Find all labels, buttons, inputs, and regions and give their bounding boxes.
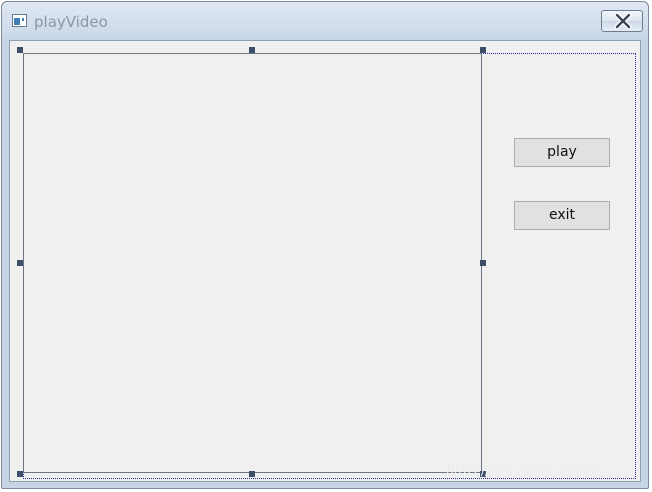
close-button[interactable] [601,10,643,32]
selection-handle-right[interactable] [480,260,486,266]
app-window-icon [12,14,27,27]
selection-handle-bottom-left[interactable] [17,471,23,477]
selection-handle-top-left[interactable] [17,47,23,53]
application-window: playVideo play exit [1,1,649,489]
video-widget[interactable] [23,53,482,473]
form-canvas: play exit [9,40,641,482]
selection-handle-bottom[interactable] [249,471,255,477]
window-title: playVideo [34,13,108,31]
watermark: https://blog.csdn.net/John_ [446,464,607,478]
title-bar[interactable]: playVideo [2,2,648,40]
play-button[interactable]: play [514,138,610,167]
selection-handle-left[interactable] [17,260,23,266]
selection-handle-top-right[interactable] [480,47,486,53]
exit-button[interactable]: exit [514,201,610,230]
selection-handle-top[interactable] [249,47,255,53]
close-x-icon [614,13,632,29]
